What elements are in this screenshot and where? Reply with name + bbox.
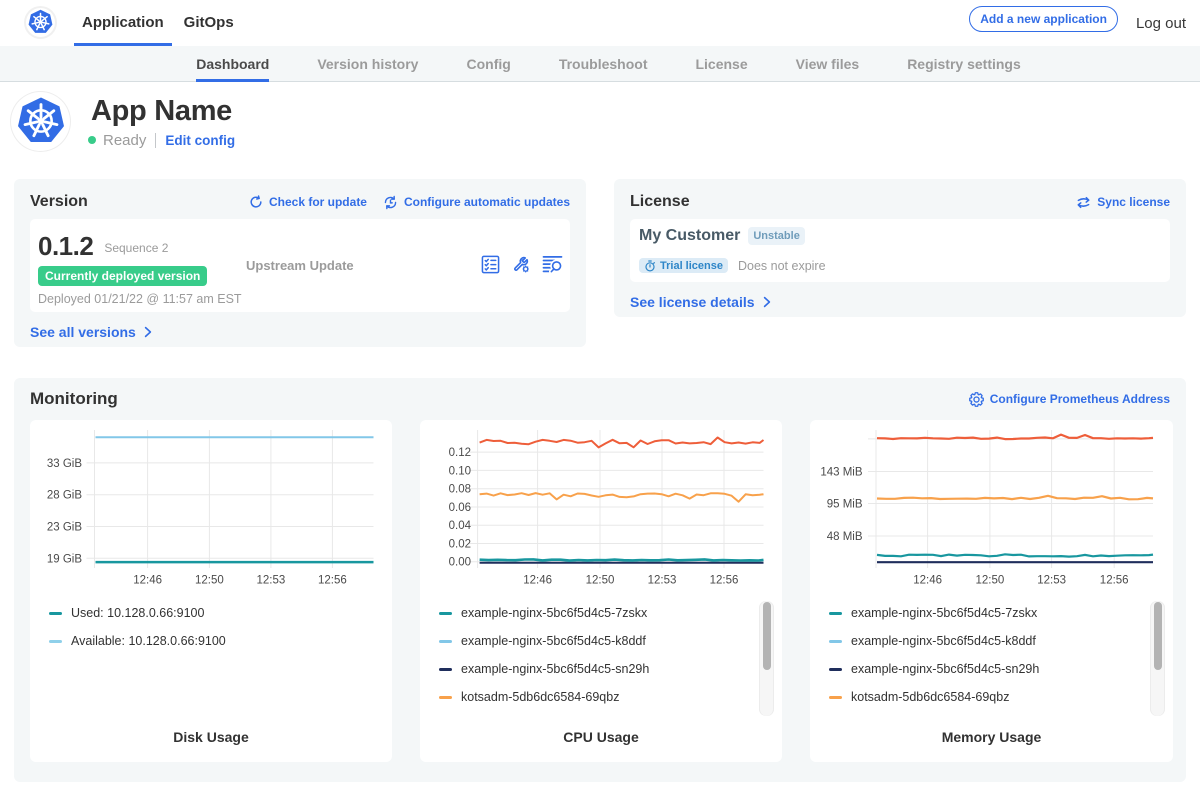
- svg-text:12:56: 12:56: [710, 575, 739, 587]
- svg-text:0.00: 0.00: [449, 557, 471, 569]
- svg-text:48 MiB: 48 MiB: [827, 531, 863, 543]
- svg-text:12:56: 12:56: [318, 575, 347, 587]
- svg-text:95 MiB: 95 MiB: [827, 499, 863, 511]
- svg-text:12:46: 12:46: [133, 575, 162, 587]
- svg-text:12:50: 12:50: [195, 575, 224, 587]
- svg-text:12:50: 12:50: [976, 575, 1005, 587]
- svg-text:12:53: 12:53: [648, 575, 677, 587]
- svg-text:12:53: 12:53: [257, 575, 286, 587]
- svg-text:0.06: 0.06: [449, 502, 471, 514]
- svg-text:0.04: 0.04: [449, 520, 472, 532]
- svg-text:28 GiB: 28 GiB: [47, 490, 82, 502]
- svg-text:143 MiB: 143 MiB: [820, 467, 863, 479]
- svg-text:12:53: 12:53: [1037, 575, 1066, 587]
- svg-text:12:50: 12:50: [586, 575, 615, 587]
- svg-text:23 GiB: 23 GiB: [47, 522, 82, 534]
- svg-text:12:46: 12:46: [523, 575, 552, 587]
- svg-text:19 GiB: 19 GiB: [47, 553, 82, 565]
- svg-text:12:56: 12:56: [1100, 575, 1129, 587]
- svg-text:0.08: 0.08: [449, 484, 471, 496]
- svg-text:0.10: 0.10: [449, 465, 471, 477]
- svg-text:0.12: 0.12: [449, 447, 471, 459]
- svg-text:0.02: 0.02: [449, 539, 471, 551]
- svg-text:12:46: 12:46: [913, 575, 942, 587]
- svg-text:33 GiB: 33 GiB: [47, 458, 82, 470]
